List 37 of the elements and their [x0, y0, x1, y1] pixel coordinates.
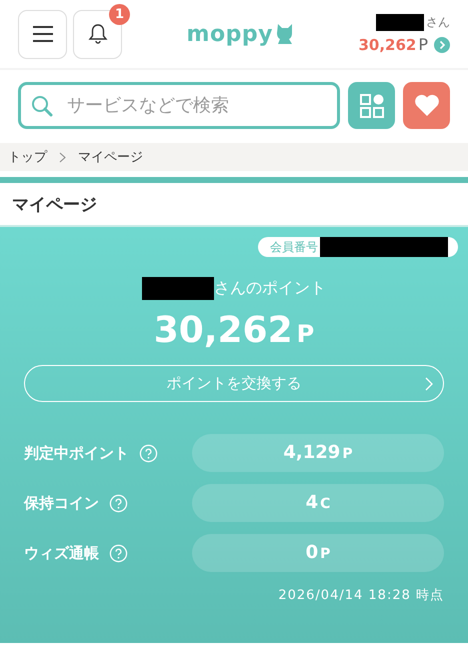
stat-unit: C	[320, 496, 330, 512]
chevron-right-icon	[425, 377, 433, 391]
user-name-suffix: さん	[426, 14, 450, 31]
stat-unit: P	[320, 546, 330, 562]
stat-value: 4,129	[283, 442, 340, 463]
member-number-label: 会員番号	[270, 238, 318, 256]
help-icon[interactable]	[139, 444, 158, 462]
menu-button[interactable]	[18, 10, 67, 58]
notification-button[interactable]	[73, 10, 122, 58]
bell-icon	[88, 23, 108, 45]
cat-icon	[276, 23, 294, 45]
header-points: 30,262	[358, 36, 416, 54]
total-points: 30,262	[154, 310, 293, 351]
stat-value: 0	[306, 542, 318, 563]
points-heading: さんのポイント	[214, 278, 326, 299]
notification-badge: 1	[109, 4, 130, 24]
heart-icon	[414, 94, 440, 117]
breadcrumb-link[interactable]: マイページ	[78, 148, 143, 166]
category-button[interactable]	[348, 82, 395, 129]
chevron-right-icon	[59, 152, 66, 162]
stat-label: ウィズ通帳	[24, 544, 99, 562]
points-unit: P	[418, 35, 428, 54]
favorite-button[interactable]	[403, 82, 450, 129]
stat-value: 4	[306, 492, 318, 513]
breadcrumb-link[interactable]: トップ	[8, 148, 47, 166]
stat-unit: P	[342, 446, 353, 462]
chevron-right-icon[interactable]	[434, 36, 450, 52]
search-field[interactable]: サービスなどで検索	[18, 82, 340, 129]
as-of-timestamp: 2026/04/14 18:28 時点	[278, 587, 444, 604]
help-icon[interactable]	[109, 544, 128, 562]
menu-icon	[32, 26, 52, 42]
help-icon[interactable]	[109, 494, 128, 512]
points-unit: P	[296, 320, 314, 348]
search-icon	[31, 95, 53, 117]
stat-label: 判定中ポイント	[24, 444, 129, 462]
stat-label: 保持コイン	[24, 494, 99, 512]
grid-icon	[360, 94, 384, 118]
